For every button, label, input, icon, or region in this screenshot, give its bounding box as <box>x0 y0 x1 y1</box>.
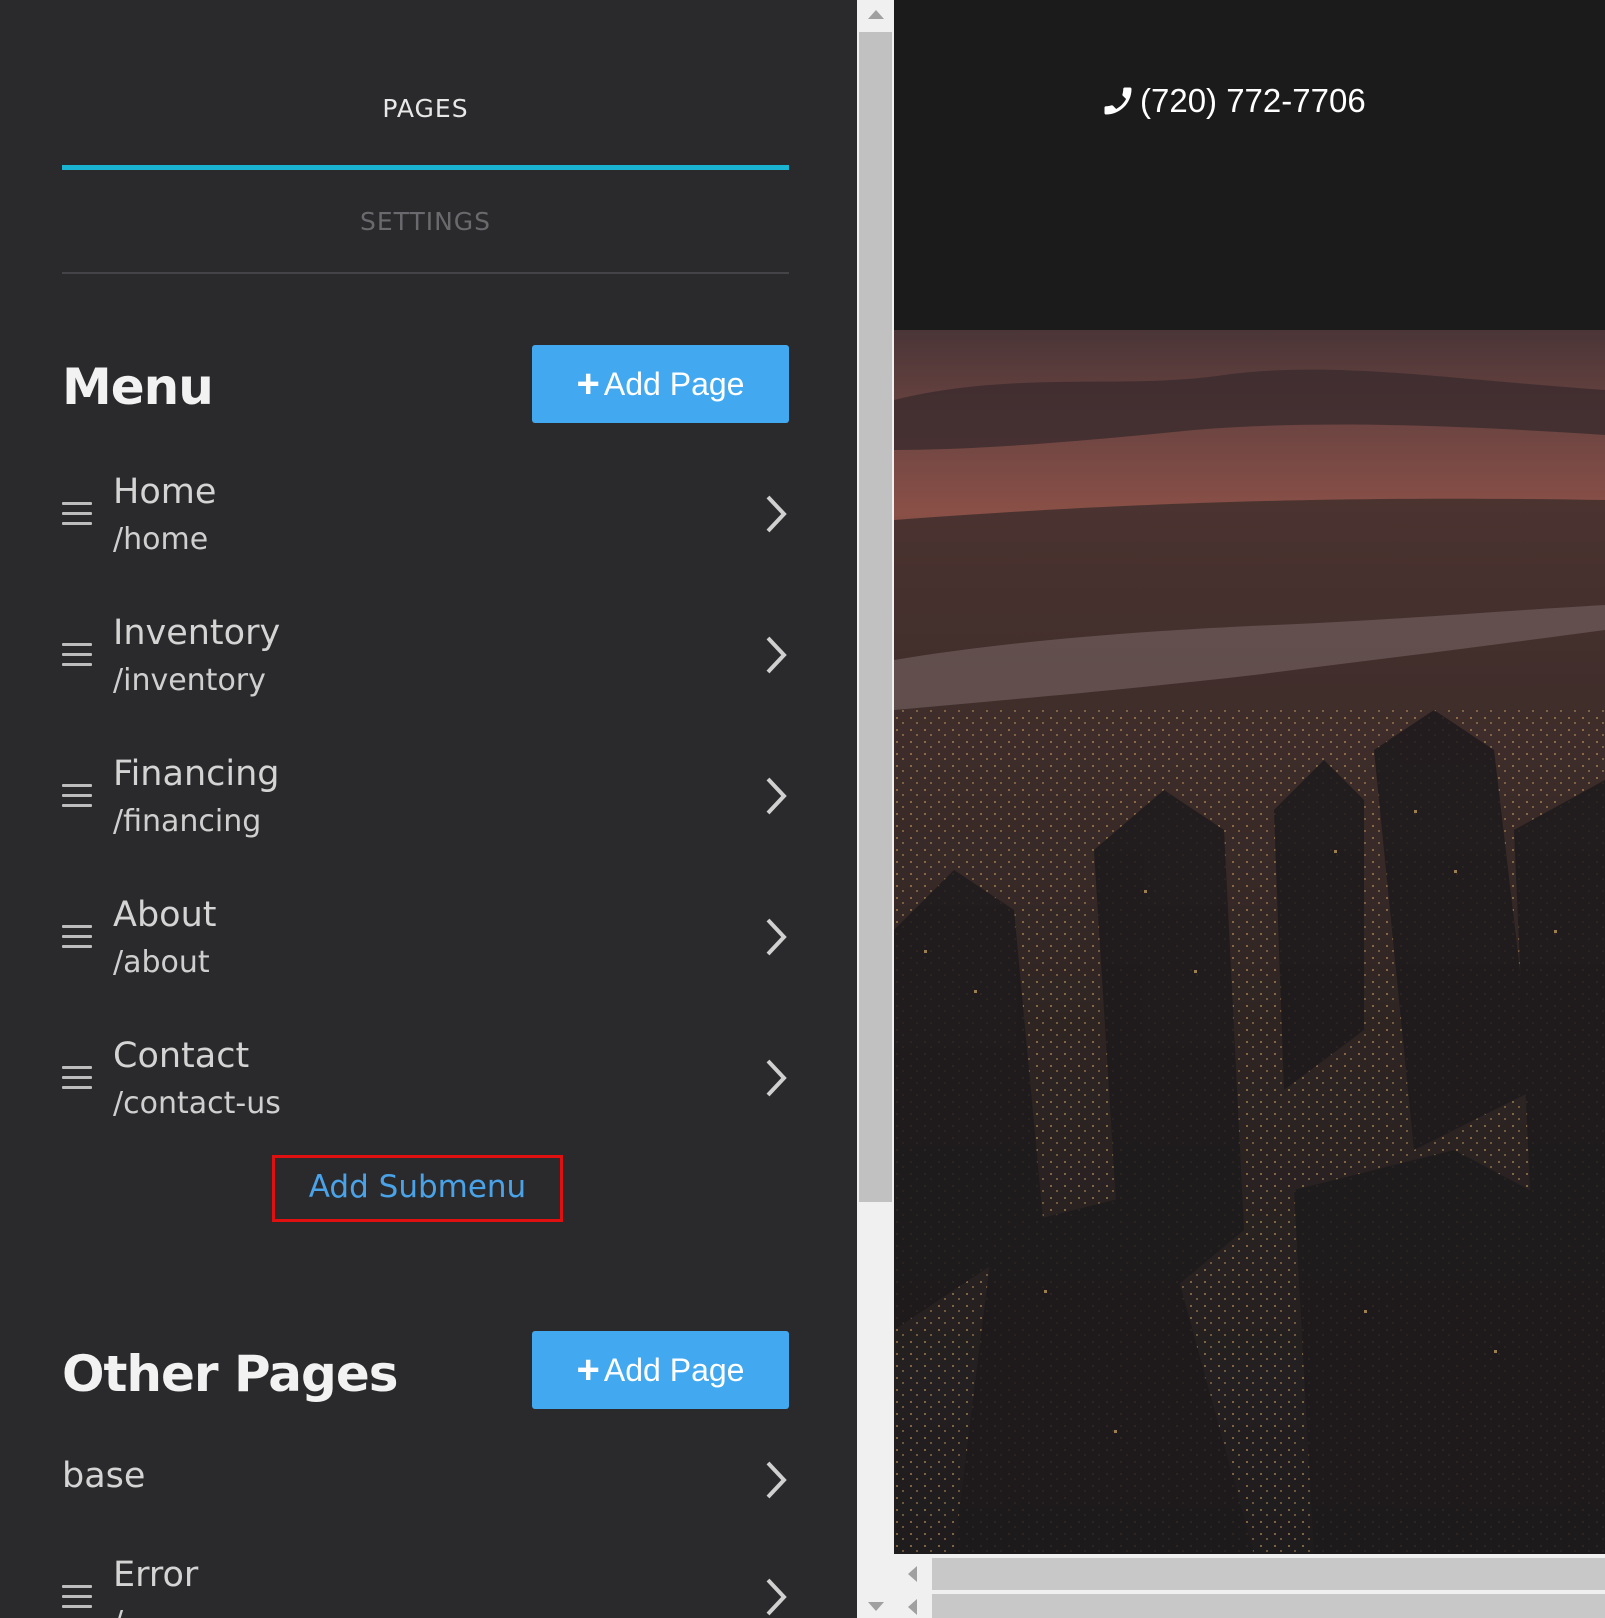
site-preview: (720) 772-7706 <box>894 0 1605 1618</box>
pages-editor-panel: PAGES SETTINGS Menu + Add Page Home /home… <box>0 0 857 1618</box>
add-page-label: Add Page <box>603 1351 745 1388</box>
chevron-right-icon[interactable] <box>763 1575 789 1618</box>
other-page-base[interactable]: base <box>62 1456 789 1556</box>
add-other-page-button[interactable]: + Add Page <box>532 1331 789 1409</box>
scrollbar-thumb[interactable] <box>932 1558 1605 1590</box>
other-page-error[interactable]: Error / <box>62 1555 789 1618</box>
menu-item-about[interactable]: About /about <box>62 895 789 995</box>
page-name: Home <box>113 472 217 512</box>
menu-item-contact[interactable]: Contact /contact-us <box>62 1036 789 1136</box>
city-skyline-image <box>894 330 1605 1554</box>
site-header: (720) 772-7706 <box>894 0 1605 330</box>
add-submenu-link[interactable]: Add Submenu <box>272 1155 563 1222</box>
phone-text: (720) 772-7706 <box>1140 82 1366 119</box>
phone-icon <box>1104 87 1132 115</box>
drag-handle-icon[interactable] <box>62 1066 92 1096</box>
drag-handle-icon[interactable] <box>62 1585 92 1615</box>
page-name: Inventory <box>113 613 281 653</box>
chevron-right-icon[interactable] <box>763 1458 789 1502</box>
scrollbar-thumb[interactable] <box>859 32 892 1202</box>
menu-item-inventory[interactable]: Inventory /inventory <box>62 613 789 713</box>
drag-handle-icon[interactable] <box>62 502 92 532</box>
chevron-right-icon[interactable] <box>763 774 789 818</box>
add-page-button[interactable]: + Add Page <box>532 345 789 423</box>
page-path: /inventory <box>113 663 266 698</box>
plus-icon: + <box>576 1348 600 1392</box>
hero-city-image <box>894 330 1605 1554</box>
chevron-right-icon[interactable] <box>763 633 789 677</box>
menu-section-title: Menu <box>62 358 214 416</box>
drag-handle-icon[interactable] <box>62 784 92 814</box>
menu-item-home[interactable]: Home /home <box>62 472 789 572</box>
phone-number[interactable]: (720) 772-7706 <box>1100 82 1366 120</box>
panel-scrollbar[interactable] <box>857 0 894 1618</box>
scroll-left-arrow-icon[interactable] <box>908 1566 917 1582</box>
active-tab-indicator <box>62 165 789 170</box>
page-name: Error <box>113 1555 199 1595</box>
page-name: About <box>113 895 217 935</box>
chevron-right-icon[interactable] <box>763 492 789 536</box>
page-path: /home <box>113 522 209 557</box>
preview-horizontal-scrollbar[interactable] <box>894 1554 1605 1618</box>
scrollbar-thumb[interactable] <box>932 1594 1605 1618</box>
chevron-right-icon[interactable] <box>763 1056 789 1100</box>
tab-divider <box>62 272 789 274</box>
other-pages-section-title: Other Pages <box>62 1345 398 1403</box>
page-path: / <box>113 1605 123 1618</box>
plus-icon: + <box>576 362 600 406</box>
page-path: /about <box>113 945 210 980</box>
scroll-left-arrow-icon[interactable] <box>908 1599 917 1615</box>
page-name: base <box>62 1456 146 1496</box>
page-name: Financing <box>113 754 280 794</box>
scroll-up-arrow-icon[interactable] <box>868 10 884 19</box>
tab-pages[interactable]: PAGES <box>62 94 789 123</box>
page-path: /contact-us <box>113 1086 281 1121</box>
chevron-right-icon[interactable] <box>763 915 789 959</box>
drag-handle-icon[interactable] <box>62 643 92 673</box>
menu-item-financing[interactable]: Financing /financing <box>62 754 789 854</box>
tab-settings[interactable]: SETTINGS <box>62 207 789 236</box>
page-path: /financing <box>113 804 262 839</box>
drag-handle-icon[interactable] <box>62 925 92 955</box>
page-name: Contact <box>113 1036 250 1076</box>
scroll-down-arrow-icon[interactable] <box>868 1602 884 1611</box>
add-page-label: Add Page <box>603 365 745 402</box>
